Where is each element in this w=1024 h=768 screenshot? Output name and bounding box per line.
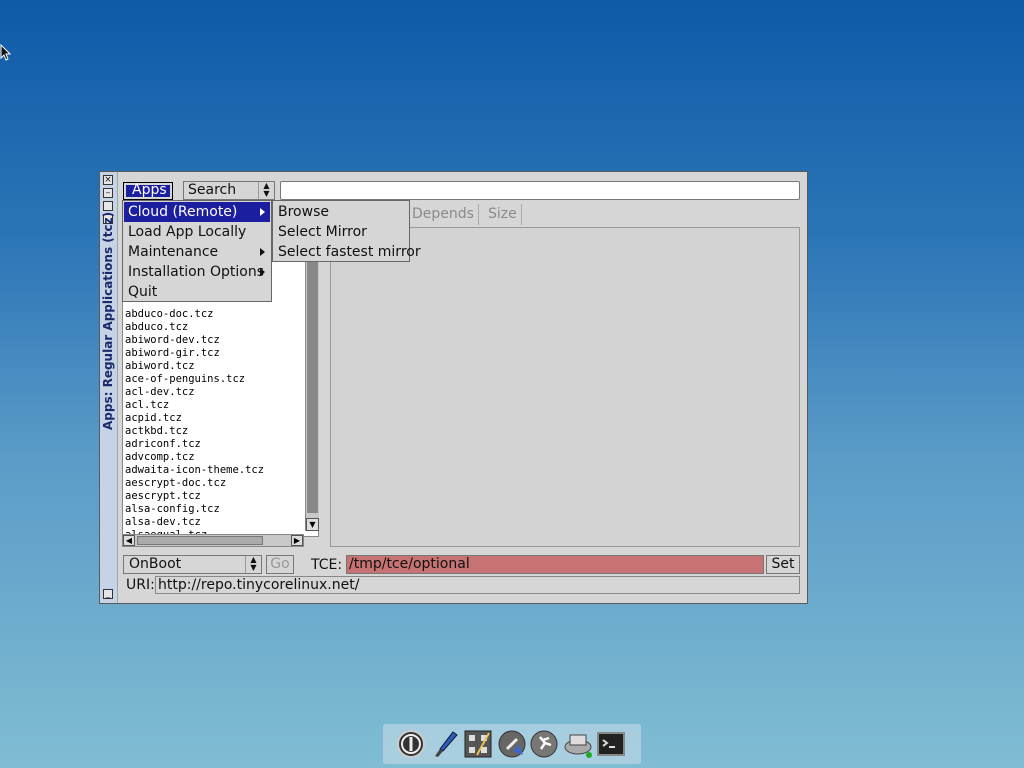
menu-item-label: Cloud (Remote) [128, 204, 238, 220]
mouse-cursor-icon [0, 44, 12, 61]
menu-item-browse[interactable]: Browse [274, 202, 408, 222]
tab-depends[interactable]: Depends [408, 204, 479, 225]
list-item[interactable]: aescrypt.tcz [125, 490, 264, 503]
go-button[interactable]: Go [266, 555, 294, 574]
spinner-icon: ▲ ▼ [258, 182, 274, 199]
power-icon[interactable] [396, 729, 426, 759]
list-item[interactable]: advcomp.tcz [125, 451, 264, 464]
search-mode-select[interactable]: Search ▲ ▼ [183, 181, 275, 200]
list-item[interactable]: abiword.tcz [125, 360, 264, 373]
vscroll-thumb[interactable] [307, 225, 318, 513]
list-item[interactable]: alsa-dev.tcz [125, 516, 264, 529]
hscroll-thumb[interactable] [137, 536, 263, 545]
apps-menu-button[interactable]: Apps [123, 182, 173, 200]
list-item[interactable]: adriconf.tcz [125, 438, 264, 451]
menu-item-quit[interactable]: Quit [124, 282, 270, 302]
uri-label: URI: [126, 577, 155, 593]
submenu-arrow-icon [260, 248, 265, 256]
search-input[interactable] [280, 181, 800, 200]
menu-item-label: Installation Options [128, 264, 265, 280]
menu-item-label: Quit [128, 284, 158, 300]
app-list-vscrollbar[interactable]: ▼ [305, 225, 319, 531]
menu-item-select-fastest-mirror[interactable]: Select fastest mirror [274, 242, 421, 262]
menu-item-cloud-remote[interactable]: Cloud (Remote) [124, 202, 270, 222]
menu-item-installation-options[interactable]: Installation Options [124, 262, 270, 282]
submenu-arrow-icon [260, 268, 265, 276]
submenu-arrow-icon [260, 208, 265, 216]
list-item[interactable]: actkbd.tcz [125, 425, 264, 438]
tce-label: TCE: [311, 557, 343, 573]
close-icon[interactable]: × [103, 175, 113, 185]
app-info-panel [330, 227, 800, 547]
control-panel-icon[interactable] [463, 729, 493, 759]
search-mode-label: Search [188, 182, 237, 198]
iconify-icon[interactable]: _ [103, 589, 113, 599]
set-button[interactable]: Set [766, 555, 800, 574]
minimize-icon[interactable]: – [103, 188, 113, 198]
list-item[interactable]: abduco-doc.tcz [125, 308, 264, 321]
window-titlebar[interactable]: × – Apps: Regular Applications (tcz) _ [100, 172, 118, 603]
cloud-submenu: Browse Select Mirror Select fastest mirr… [272, 200, 421, 262]
paintbrush-icon[interactable] [431, 729, 461, 759]
services-icon[interactable] [529, 729, 559, 759]
scroll-right-icon[interactable]: ▶ [291, 535, 303, 546]
list-item[interactable]: acl-dev.tcz [125, 386, 264, 399]
terminal-icon[interactable] [596, 729, 626, 759]
tce-path-field[interactable]: /tmp/tce/optional [346, 555, 764, 574]
apps-dropdown-menu: Cloud (Remote) Load App Locally Maintena… [122, 200, 272, 302]
app-list-hscrollbar[interactable]: ◀ ▶ [122, 534, 304, 547]
menu-item-maintenance[interactable]: Maintenance [124, 242, 270, 262]
list-item[interactable]: alsa-config.tcz [125, 503, 264, 516]
list-item[interactable]: acpid.tcz [125, 412, 264, 425]
uri-field[interactable]: http://repo.tinycorelinux.net/ [155, 576, 800, 594]
list-item[interactable]: abiword-dev.tcz [125, 334, 264, 347]
taskbar-dock [383, 724, 641, 764]
spinner-icon: ▲ ▼ [245, 556, 261, 573]
menu-item-select-mirror[interactable]: Select Mirror [274, 222, 408, 242]
install-mode-select[interactable]: OnBoot ▲ ▼ [123, 555, 262, 574]
tab-size[interactable]: Size [484, 204, 522, 225]
app-list-items: abduco-doc.tcz abduco.tcz abiword-dev.tcz a… [125, 308, 264, 536]
scroll-left-icon[interactable]: ◀ [123, 535, 135, 546]
mount-tool-icon[interactable] [563, 729, 593, 759]
list-item[interactable]: abiword-gir.tcz [125, 347, 264, 360]
list-item[interactable]: aescrypt-doc.tcz [125, 477, 264, 490]
menu-item-label: Maintenance [128, 244, 219, 260]
menu-item-label: Load App Locally [128, 224, 247, 240]
scroll-down-icon[interactable]: ▼ [306, 518, 319, 531]
install-mode-label: OnBoot [129, 556, 182, 572]
window-title: Apps: Regular Applications (tcz) [101, 211, 115, 430]
menu-item-load-app-locally[interactable]: Load App Locally [124, 222, 270, 242]
app-installer-icon[interactable] [497, 729, 527, 759]
maximize-icon[interactable] [103, 201, 113, 211]
list-item[interactable]: adwaita-icon-theme.tcz [125, 464, 264, 477]
list-item[interactable]: abduco.tcz [125, 321, 264, 334]
list-item[interactable]: ace-of-penguins.tcz [125, 373, 264, 386]
list-item[interactable]: acl.tcz [125, 399, 264, 412]
